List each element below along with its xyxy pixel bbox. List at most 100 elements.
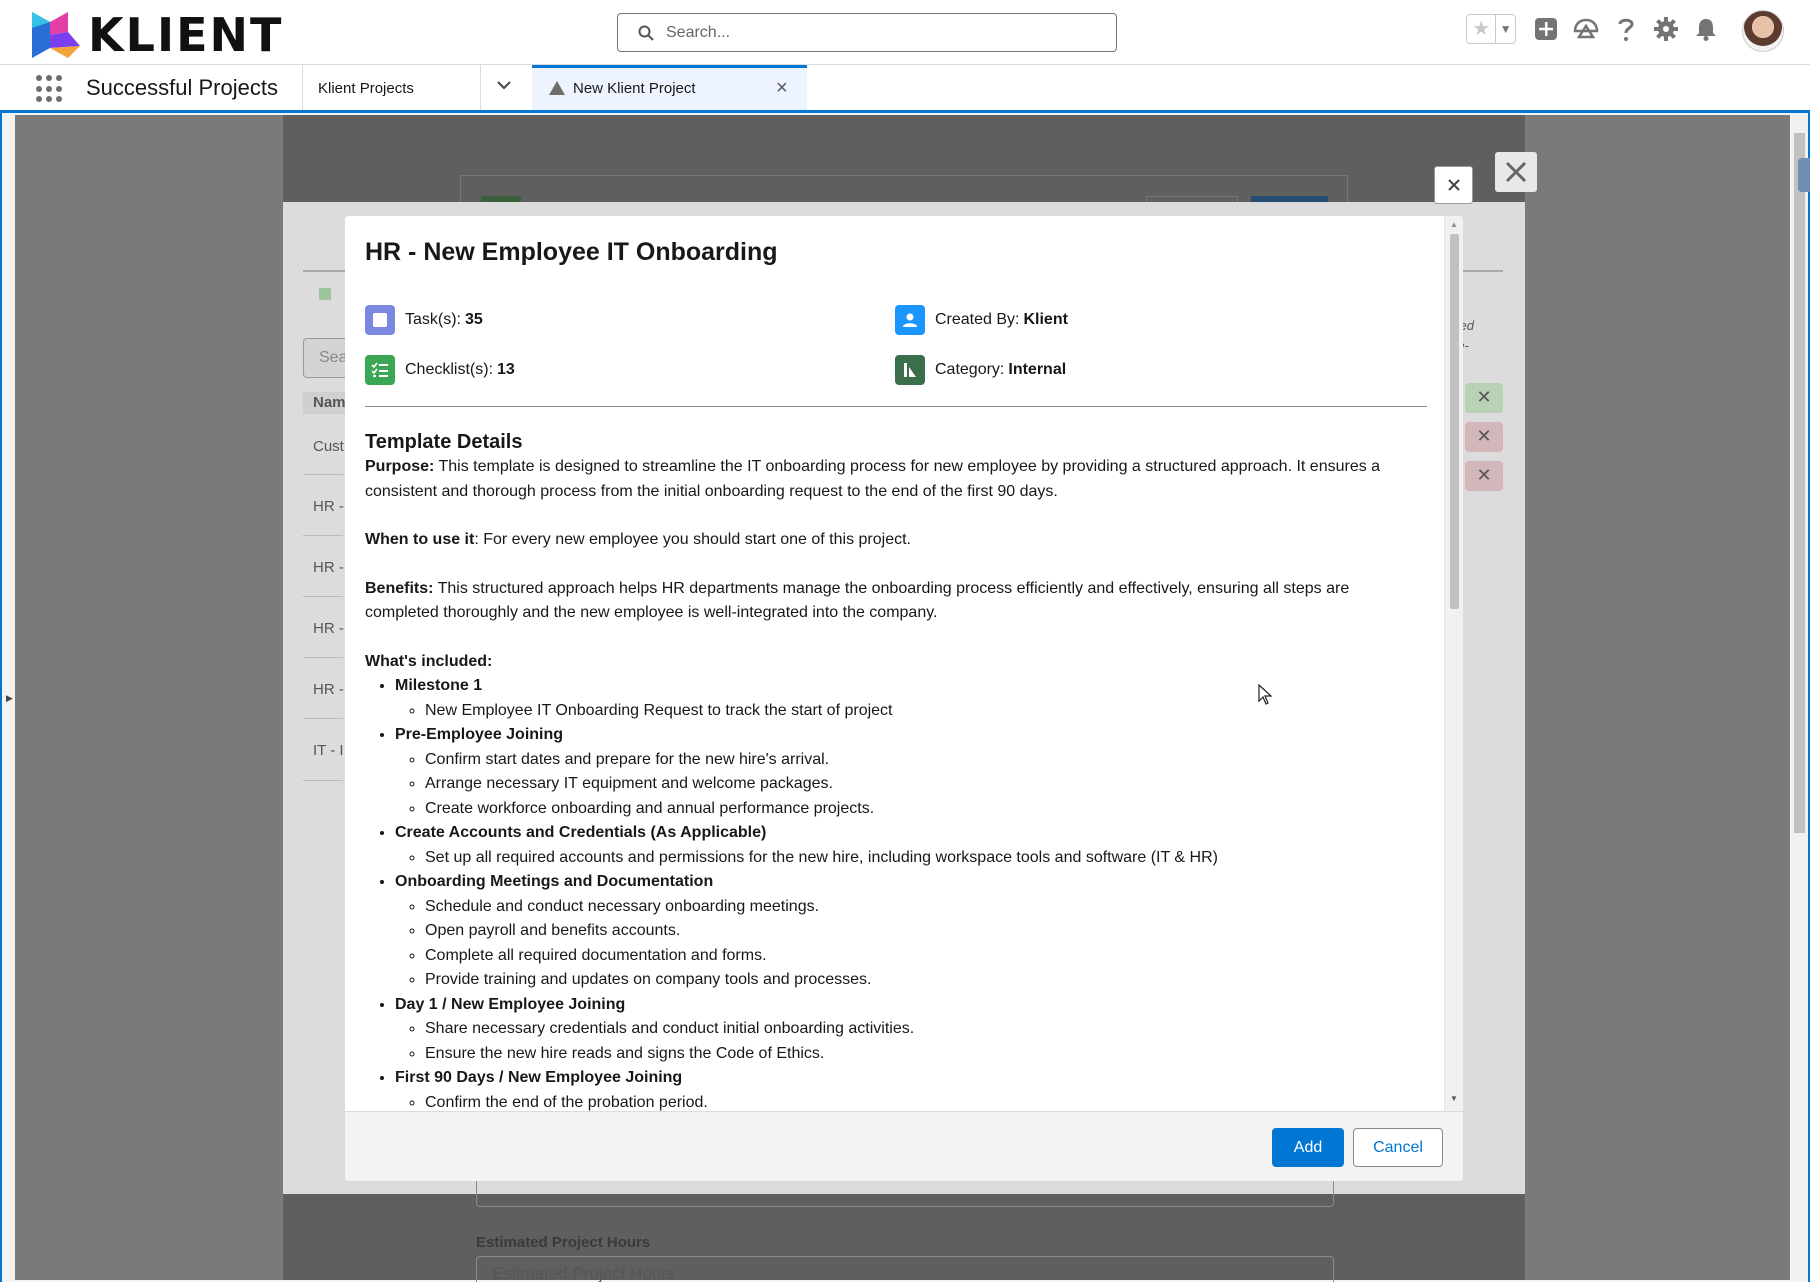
setup-gear-icon[interactable] xyxy=(1646,14,1686,44)
when-paragraph: When to use it: For every new employee y… xyxy=(365,528,1427,553)
tasks-label: Task(s): xyxy=(405,311,461,328)
app-name: Successful Projects xyxy=(86,75,278,100)
page-scrollbar-thumb[interactable] xyxy=(1794,133,1805,833)
estimated-hours-label: Estimated Project Hours xyxy=(476,1234,651,1251)
task-icon xyxy=(365,305,395,335)
modal-body[interactable]: HR - New Employee IT Onboarding Task(s):… xyxy=(345,216,1443,1111)
chevron-down-icon[interactable] xyxy=(496,77,512,98)
template-row[interactable]: HR - xyxy=(313,681,344,698)
list-item: Ensure the new hire reads and signs the … xyxy=(425,1042,1427,1067)
tasks-value: 35 xyxy=(465,311,483,328)
search-placeholder: Search... xyxy=(666,23,731,41)
template-details: Template Details Purpose: This template … xyxy=(365,429,1427,1111)
section-item: Day 1 / New Employee Joining Share neces… xyxy=(395,993,1427,1067)
mouse-pointer-icon xyxy=(1258,683,1273,711)
search-icon xyxy=(638,25,654,41)
created-by-meta: Created By: Klient xyxy=(895,305,1068,335)
global-actions-add-icon[interactable] xyxy=(1526,14,1566,44)
user-icon xyxy=(895,305,925,335)
purpose-text: This template is designed to streamline … xyxy=(365,458,1381,500)
remove-chip-icon[interactable]: ✕ xyxy=(1465,422,1503,452)
benefits-label: Benefits: xyxy=(365,579,434,597)
tab-new-klient-project[interactable]: New Klient Project × xyxy=(532,65,807,110)
global-header: KLIENT Search... ★ ▼ xyxy=(0,0,1810,65)
created-by-value: Klient xyxy=(1023,311,1068,328)
underlying-field[interactable] xyxy=(476,1180,1334,1207)
benefits-text: This structured approach helps HR depart… xyxy=(365,579,1350,622)
underlying-record-header xyxy=(460,175,1348,206)
list-item: Provide training and updates on company … xyxy=(425,968,1427,993)
list-item: Confirm the end of the probation period. xyxy=(425,1091,1427,1112)
klient-logo-mark-icon xyxy=(32,12,80,58)
app-launcher-icon[interactable] xyxy=(36,75,64,103)
section-title: Create Accounts and Credentials (As Appl… xyxy=(395,824,767,841)
checklists-value: 13 xyxy=(497,361,515,378)
when-text: : For every new employee you should star… xyxy=(474,531,911,548)
section-title: Onboarding Meetings and Documentation xyxy=(395,873,714,890)
included-list: Milestone 1 New Employee IT Onboarding R… xyxy=(365,674,1427,1111)
trailhead-icon[interactable] xyxy=(1566,14,1606,44)
global-search-input[interactable]: Search... xyxy=(617,13,1117,52)
active-tab-label: New Klient Project xyxy=(573,80,696,97)
cancel-button[interactable]: Cancel xyxy=(1353,1128,1443,1167)
page-scrollbar[interactable] xyxy=(1791,115,1808,1280)
brand-name: KLIENT xyxy=(88,8,284,62)
purpose-label: Purpose: xyxy=(365,458,435,475)
section-title: Day 1 / New Employee Joining xyxy=(395,995,626,1013)
scroll-up-icon[interactable]: ▲ xyxy=(1450,220,1458,229)
section-item: Create Accounts and Credentials (As Appl… xyxy=(395,821,1427,870)
purpose-paragraph: Purpose: This template is designed to st… xyxy=(365,455,1427,504)
category-meta: Category: Internal xyxy=(895,355,1066,385)
list-item: Create workforce onboarding and annual p… xyxy=(425,797,1427,822)
template-row[interactable]: HR - xyxy=(313,559,344,576)
close-modal-icon[interactable] xyxy=(1434,166,1473,204)
list-item: Confirm start dates and prepare for the … xyxy=(425,748,1427,773)
favorites-dropdown-icon[interactable]: ▼ xyxy=(1496,22,1515,36)
checklists-label: Checklist(s): xyxy=(405,361,494,378)
checklists-meta: Checklist(s): 13 xyxy=(365,355,515,385)
category-value: Internal xyxy=(1008,361,1067,378)
favorites-button[interactable]: ★ ▼ xyxy=(1466,14,1516,44)
section-item: Milestone 1 New Employee IT Onboarding R… xyxy=(395,674,1427,723)
remove-chip-icon[interactable]: ✕ xyxy=(1465,461,1503,491)
category-label: Category: xyxy=(935,361,1005,378)
tab-klient-projects[interactable]: Klient Projects xyxy=(318,80,414,97)
included-heading: What's included: xyxy=(365,652,493,670)
section-item: Onboarding Meetings and Documentation Sc… xyxy=(395,870,1427,993)
created-by-label: Created By: xyxy=(935,311,1020,328)
user-avatar[interactable] xyxy=(1742,10,1784,52)
template-row[interactable]: HR - xyxy=(313,620,344,637)
close-outer-modal-icon[interactable] xyxy=(1495,152,1537,192)
scroll-down-icon[interactable]: ▼ xyxy=(1450,1094,1458,1103)
benefits-paragraph: Benefits: This structured approach helps… xyxy=(365,577,1427,626)
category-icon xyxy=(895,355,925,385)
klient-logo[interactable]: KLIENT xyxy=(28,8,283,62)
template-row[interactable]: HR - xyxy=(313,498,344,515)
help-icon[interactable] xyxy=(1606,14,1646,44)
add-button[interactable]: Add xyxy=(1272,1128,1344,1167)
warning-triangle-icon xyxy=(548,80,566,101)
divider xyxy=(365,406,1427,407)
favorites-star-icon[interactable]: ★ xyxy=(1467,15,1497,43)
section-item: Pre-Employee Joining Confirm start dates… xyxy=(395,723,1427,821)
list-item: Arrange necessary IT equipment and welco… xyxy=(425,772,1427,797)
list-item: Open payroll and benefits accounts. xyxy=(425,919,1427,944)
close-tab-icon[interactable]: × xyxy=(776,77,788,100)
template-row[interactable]: Cust xyxy=(313,438,344,455)
template-details-heading: Template Details xyxy=(365,431,523,453)
template-row[interactable]: IT - I xyxy=(313,742,344,759)
remove-chip-icon[interactable]: ✕ xyxy=(1465,383,1503,413)
utility-side-tab[interactable] xyxy=(1798,158,1810,192)
section-title: Pre-Employee Joining xyxy=(395,726,564,743)
app-navigation-bar: Successful Projects Klient Projects New … xyxy=(0,65,1810,113)
list-item: Share necessary credentials and conduct … xyxy=(425,1017,1427,1042)
modal-title: HR - New Employee IT Onboarding xyxy=(365,238,778,266)
estimated-hours-placeholder: Estimated Project Hours xyxy=(492,1264,676,1282)
tasks-meta: Task(s): 35 xyxy=(365,305,483,335)
list-item: Complete all required documentation and … xyxy=(425,944,1427,969)
modal-scrollbar[interactable]: ▲ ▼ xyxy=(1444,216,1463,1111)
expand-left-panel-icon[interactable]: ▶ xyxy=(6,693,13,704)
notifications-bell-icon[interactable] xyxy=(1686,14,1726,44)
list-item: New Employee IT Onboarding Request to tr… xyxy=(425,699,1427,724)
scrollbar-thumb[interactable] xyxy=(1450,234,1459,609)
